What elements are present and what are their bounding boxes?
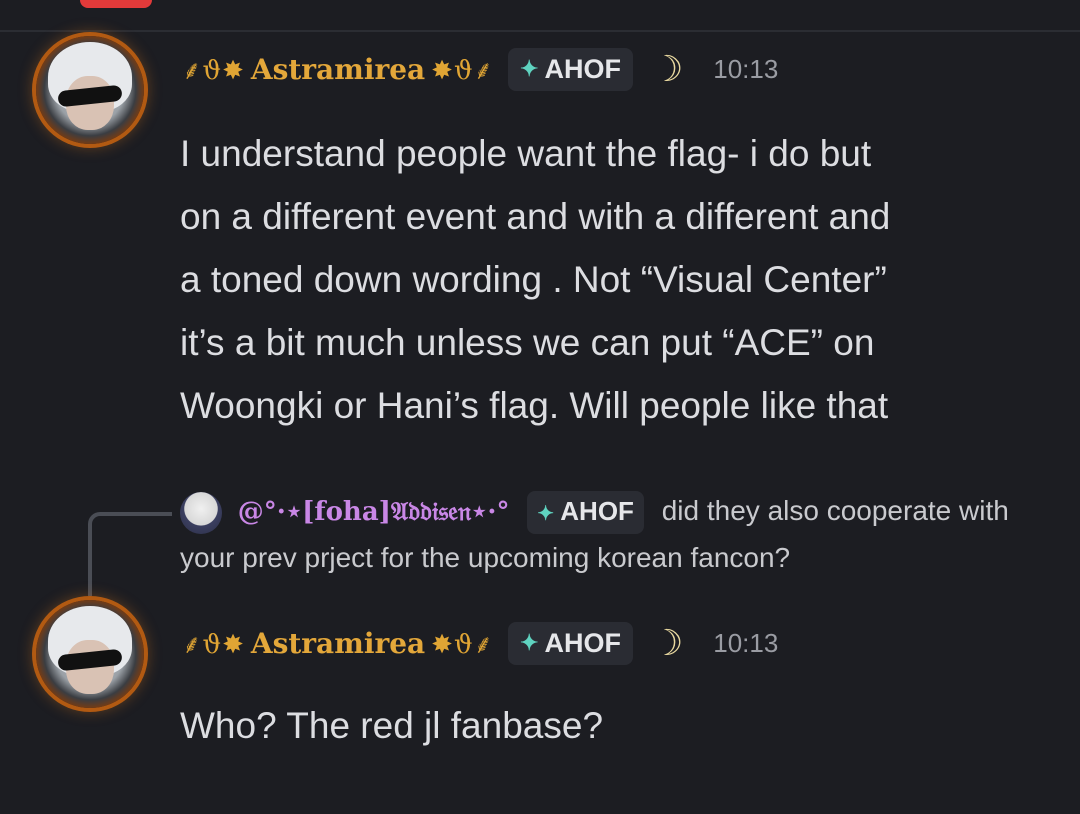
username[interactable]: Astramirea: [251, 627, 425, 660]
message-header: ⸙ϑ✸ Astramirea ✸ϑ⸙ ✦ AHOF ☽ 10:13: [182, 44, 778, 94]
timestamp: 10:13: [713, 53, 779, 84]
message-line: I understand people want the flag- i do …: [180, 133, 872, 174]
reply-avatar: [180, 491, 222, 534]
username-deco-left: ⸙ϑ✸: [182, 630, 245, 660]
role-tag-label: AHOF: [544, 627, 621, 658]
username-deco-right: ✸ϑ⸙: [431, 56, 495, 86]
role-tag[interactable]: ✦ AHOF: [508, 621, 633, 665]
user-avatar[interactable]: [36, 36, 144, 144]
timestamp: 10:13: [713, 627, 779, 658]
username[interactable]: Astramirea: [251, 53, 425, 86]
gem-icon: ✦: [537, 503, 554, 525]
gem-icon: ✦: [520, 630, 539, 655]
reply-connector: [88, 512, 172, 596]
crescent-moon-icon: ☽: [650, 48, 684, 90]
reply-role-tag[interactable]: ✦ AHOF: [527, 491, 644, 534]
message-line: on a different event and with a differen…: [180, 196, 891, 237]
notification-tab[interactable]: [80, 0, 152, 8]
message-line: it’s a bit much unless we can put “ACE” …: [180, 322, 875, 363]
gem-icon: ✦: [520, 56, 539, 81]
reply-username[interactable]: @°·⋆[foha]𝔄𝔡𝔡𝔦𝔰𝔢𝔫⋆·°: [238, 497, 510, 527]
reply-preview[interactable]: @°·⋆[foha]𝔄𝔡𝔡𝔦𝔰𝔢𝔫⋆·° ✦ AHOF did they als…: [180, 488, 1060, 581]
message-content: I understand people want the flag- i do …: [180, 122, 1060, 437]
message-line: Who? The red jl fanbase?: [180, 705, 604, 746]
message-line: Woongki or Hani’s flag. Will people like…: [180, 385, 889, 426]
top-bar: [0, 0, 1080, 32]
reply-role-tag-label: AHOF: [560, 496, 634, 526]
role-tag[interactable]: ✦ AHOF: [508, 47, 633, 91]
username-deco-right: ✸ϑ⸙: [431, 630, 495, 660]
user-avatar[interactable]: [36, 600, 144, 708]
message-content: Who? The red jl fanbase?: [180, 694, 1060, 757]
crescent-moon-icon: ☽: [650, 622, 684, 664]
message-header: ⸙ϑ✸ Astramirea ✸ϑ⸙ ✦ AHOF ☽ 10:13: [182, 618, 778, 668]
username-deco-left: ⸙ϑ✸: [182, 56, 245, 86]
message-line: a toned down wording . Not “Visual Cente…: [180, 259, 887, 300]
role-tag-label: AHOF: [544, 53, 621, 84]
